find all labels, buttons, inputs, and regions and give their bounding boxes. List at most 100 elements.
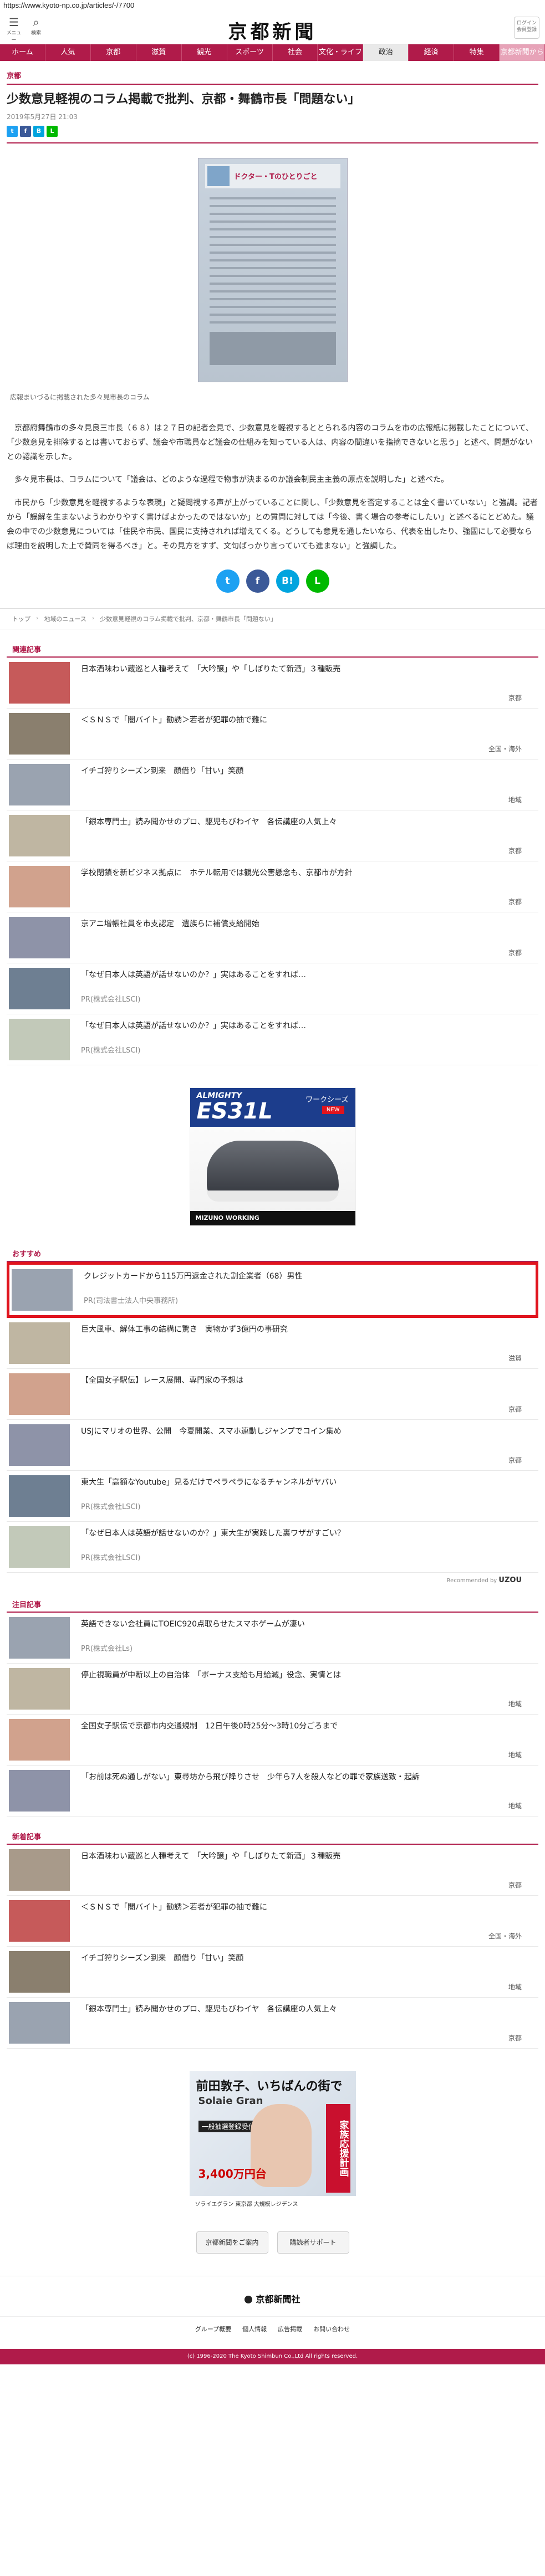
twitter-share-icon[interactable]: t (7, 125, 18, 137)
list-item[interactable]: 全国女子駅伝で京都市内交通規制 12日午後0時25分～3時10分ごろまで 地域 (7, 1715, 538, 1766)
thumbnail-image (9, 814, 70, 856)
footer-link[interactable]: 個人情報 (242, 2324, 267, 2333)
list-item-title: 日本酒味わい蔵巡と人種考えて 「大吟醸」や「しぼりたて新酒」３種販売 (81, 664, 341, 674)
category-tag[interactable]: 地域 (508, 1699, 522, 1708)
search-button[interactable]: ⌕ 検索 (28, 16, 44, 43)
list-item-title: 巨大風車、解体工事の結構に驚き 実物かず3億円の事研究 (81, 1325, 288, 1334)
list-item[interactable]: 京アニ増帳社員を市支認定 遺族らに補償支給開始京都 (7, 912, 538, 963)
sponsor-label: PR(株式会社LSCI) (81, 1503, 141, 1512)
line-share-icon[interactable]: L (305, 569, 329, 593)
category-tag[interactable]: 京都 (508, 1404, 522, 1414)
category-tag[interactable]: 京都 (508, 1455, 522, 1465)
list-item[interactable]: 学校閉鎖を新ビジネス拠点に ホテル転用では観光公害懸念も、京都市が方針 京都 (7, 861, 538, 912)
list-item[interactable]: 英語できない会社員にTOEIC920点取らせたスマホゲームが凄い PR(株式会社L… (7, 1613, 538, 1664)
ad-badge: NEW (322, 1105, 344, 1114)
thumbnail-image (9, 1951, 70, 1993)
list-item[interactable]: 「銀本専門士」読み聞かせのプロ、駆児もびわイヤ 各伝講座の人気上々 京都 (7, 810, 538, 861)
category-tag[interactable]: 地域 (508, 1750, 522, 1759)
condo-ad[interactable]: 前田敦子、いちばんの街で Solaie Gran 一般抽選登録受付中 3,400… (189, 2070, 356, 2209)
category-tag[interactable]: 京都 (508, 846, 522, 855)
footer-link[interactable]: グループ概要 (195, 2324, 231, 2333)
list-item-title: 「なぜ日本人は英語が話せないのか？」実はあることをすれば… (81, 1021, 306, 1030)
photo-heading: ドクター・Tのひとりごと (233, 173, 318, 182)
menu-button[interactable]: ☰ メニュー (6, 16, 22, 43)
menu-label: メニュー (6, 30, 22, 43)
nav-item[interactable]: 社会 (273, 44, 318, 61)
thumbnail-image (9, 967, 70, 1009)
login-button[interactable]: ログイン 会員登録 (514, 17, 539, 39)
category-tag[interactable]: 京都 (508, 948, 522, 957)
support-button[interactable]: 購読者サポート (277, 2231, 349, 2254)
list-item[interactable]: 【全国女子駅伝】レース展開、専門家の予想は 京都 (7, 1369, 538, 1420)
list-item[interactable]: クレジットカードから115万円返金された割企業者（68）男性 PR(司法書士法人中… (7, 1261, 538, 1318)
list-item[interactable]: 「なぜ日本人は英語が話せないのか？」実はあることをすれば… PR(株式会社LSCI… (7, 963, 538, 1014)
breadcrumb-item[interactable]: トップ (12, 614, 30, 623)
nav-item[interactable]: 京都 (91, 44, 136, 61)
nav-item[interactable]: スポーツ (227, 44, 273, 61)
nav-item[interactable]: 滋賀 (136, 44, 182, 61)
nav-item[interactable]: 人気 (45, 44, 91, 61)
nav-item[interactable]: 文化・ライフ (318, 44, 364, 61)
nav-item[interactable]: 京都新聞から (500, 44, 545, 61)
nav-item[interactable]: ホーム (0, 44, 45, 61)
footer-link[interactable]: 広告掲載 (278, 2324, 302, 2333)
list-item[interactable]: イチゴ狩りシーズン到来 顔借り「甘い」笑顔 地域 (7, 760, 538, 810)
category-tag[interactable]: 京都 (508, 2033, 522, 2043)
list-item-title: 「なぜ日本人は英語が話せないのか？」実はあることをすれば… (81, 970, 306, 979)
list-item-title: 停止視職員が中断以上の自治体 「ボーナス支給も月給減」役念、実情とは (81, 1670, 341, 1680)
breadcrumb-item[interactable]: 地域のニュース (44, 614, 86, 623)
category-tag[interactable]: 地域 (508, 1801, 522, 1810)
list-item[interactable]: 日本酒味わい蔵巡と人種考えて 「大吟醸」や「しぼりたて新酒」３種販売 京都 (7, 1845, 538, 1896)
list-item-title: 京アニ増帳社員を市支認定 遺族らに補償支給開始 (81, 919, 259, 928)
guide-button[interactable]: 京都新聞をご案内 (196, 2231, 268, 2254)
category-tag[interactable]: 滋賀 (508, 1353, 522, 1363)
nav-item[interactable]: 特集 (454, 44, 500, 61)
hatena-share-icon[interactable]: B! (276, 569, 299, 593)
nav-item[interactable]: 政治 (363, 44, 409, 61)
facebook-share-icon[interactable]: f (20, 125, 31, 137)
url-bar[interactable]: https://www.kyoto-np.co.jp/articles/-/77… (0, 0, 545, 12)
list-item[interactable]: ＜ＳＮＳで「闇バイト」勧誘＞若者が犯罪の抽で難に 全国・海外 (7, 709, 538, 760)
list-item[interactable]: USJにマリオの世界、公開 今夏開業、スマホ連動しジャンプでコイン集め 京都 (7, 1420, 538, 1471)
site-logo[interactable]: 京都新聞 (228, 17, 317, 44)
list-item[interactable]: 東大生「高額なYoutube」見るだけでペラペラになるチャンネルがヤバい PR(株… (7, 1471, 538, 1522)
list-item[interactable]: 巨大風車、解体工事の結構に驚き 実物かず3億円の事研究滋賀 (7, 1318, 538, 1369)
breadcrumb-item: 少数意見軽視のコラム掲載で批判、京都・舞鶴市長「問題ない」 (100, 615, 277, 623)
footer-links: グループ概要 個人情報 広告掲載 お問い合わせ (0, 2316, 545, 2349)
sponsor-label: PR(司法書士法人中央事務所) (84, 1297, 179, 1306)
shoe-ad[interactable]: ALMIGHTY ES31L ワークシーズ NEW MIZUNO WORKING (189, 1087, 356, 1226)
list-item-title: クレジットカードから115万円返金された割企業者（68）男性 (84, 1271, 303, 1281)
footer-buttons: 京都新聞をご案内 購読者サポート (7, 2231, 538, 2254)
list-item[interactable]: 「なぜ日本人は英語が話せないのか？」東大生が実践した裏ワザがすごい？ PR(株式会… (7, 1522, 538, 1573)
list-item[interactable]: ＜ＳＮＳで「闇バイト」勧誘＞若者が犯罪の抽で難に 全国・海外 (7, 1896, 538, 1947)
category-tag[interactable]: 京都 (508, 897, 522, 906)
footer-logo[interactable]: 京都新聞社 (0, 2275, 545, 2316)
sponsor-label: PR(株式会社LSCI) (81, 995, 141, 1004)
thumbnail-image (9, 1424, 70, 1466)
line-share-icon[interactable]: L (47, 125, 58, 137)
list-item[interactable]: 日本酒味わい蔵巡と人種考えて 「大吟醸」や「しぼりたて新酒」３種販売京都 (7, 658, 538, 709)
twitter-share-icon[interactable]: t (216, 569, 240, 593)
article-photo[interactable]: ドクター・Tのひとりごと (197, 157, 348, 382)
article-category[interactable]: 京都 (7, 61, 538, 85)
list-item[interactable]: 「お前は死ぬ通しがない」東尋坊から飛び降りさせ 少年ら7人を殺人などの罪で家族送… (7, 1766, 538, 1816)
category-tag[interactable]: 全国・海外 (488, 1931, 522, 1941)
category-tag[interactable]: 京都 (508, 693, 522, 702)
category-tag[interactable]: 地域 (508, 1982, 522, 1992)
category-tag[interactable]: 京都 (508, 1880, 522, 1890)
list-item[interactable]: 「銀本専門士」読み聞かせのプロ、駆児もびわイヤ 各伝講座の人気上々 京都 (7, 1998, 538, 2049)
category-tag[interactable]: 全国・海外 (488, 744, 522, 753)
hatena-share-icon[interactable]: B (33, 125, 44, 137)
list-item[interactable]: 停止視職員が中断以上の自治体 「ボーナス支給も月給減」役念、実情とは地域 (7, 1664, 538, 1715)
footer-link[interactable]: お問い合わせ (313, 2324, 350, 2333)
list-item[interactable]: イチゴ狩りシーズン到来 顔借り「甘い」笑顔地域 (7, 1947, 538, 1998)
list-item-title: イチゴ狩りシーズン到来 顔借り「甘い」笑顔 (81, 1953, 244, 1963)
related-section: 関連記事 日本酒味わい蔵巡と人種考えて 「大吟醸」や「しぼりたて新酒」３種販売京… (7, 644, 538, 1065)
search-label: 検索 (30, 30, 41, 36)
nav-item[interactable]: 観光 (182, 44, 227, 61)
category-tag[interactable]: 地域 (508, 795, 522, 804)
latest-section: 新着記事 日本酒味わい蔵巡と人種考えて 「大吟醸」や「しぼりたて新酒」３種販売京… (7, 1831, 538, 2049)
facebook-share-icon[interactable]: f (246, 569, 269, 593)
list-item[interactable]: 「なぜ日本人は英語が話せないのか？」実はあることをすれば… PR(株式会社LSCI… (7, 1014, 538, 1065)
nav-item[interactable]: 経済 (409, 44, 455, 61)
